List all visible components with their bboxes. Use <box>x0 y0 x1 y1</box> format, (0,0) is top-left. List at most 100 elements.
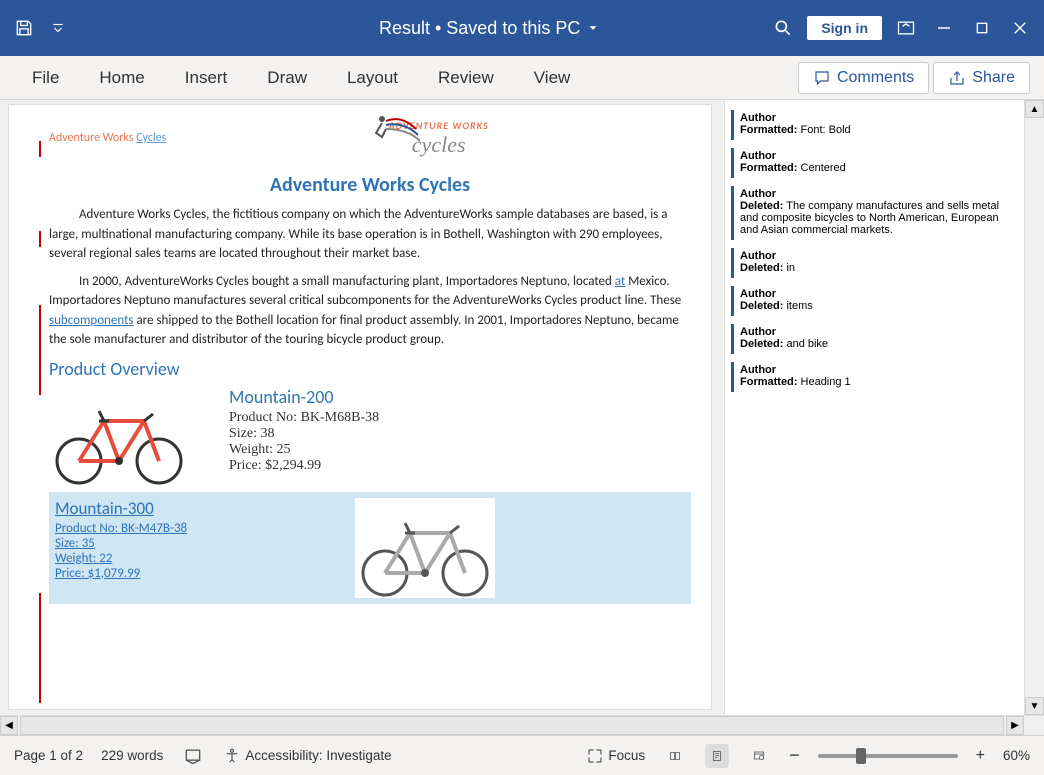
product-row: Mountain-200 Product No: BK-M68B-38 Size… <box>49 386 691 486</box>
accessibility-status[interactable]: Accessibility: Investigate <box>223 747 391 765</box>
zoom-level[interactable]: 60% <box>1003 748 1030 763</box>
chevron-down-icon[interactable] <box>586 21 600 35</box>
share-button[interactable]: Share <box>933 62 1030 94</box>
page-indicator[interactable]: Page 1 of 2 <box>14 748 83 763</box>
scroll-down-icon[interactable]: ▼ <box>1025 697 1044 715</box>
focus-icon <box>586 747 604 765</box>
revision-item[interactable]: Author Deleted: in <box>731 248 1014 278</box>
minimize-icon[interactable] <box>930 14 958 42</box>
tab-home[interactable]: Home <box>81 62 162 94</box>
customize-qat-icon[interactable] <box>44 14 72 42</box>
doc-title: Adventure Works Cycles <box>49 173 691 197</box>
breadcrumb-link[interactable]: Cycles <box>136 131 166 145</box>
logo: ADVENTURE WORKS cycles <box>186 113 691 163</box>
paragraph-1: Adventure Works Cycles, the fictitious c… <box>49 205 691 264</box>
product-image <box>355 498 495 598</box>
change-bar <box>39 305 41 395</box>
print-layout-icon[interactable] <box>705 744 729 768</box>
product-details: Mountain-300 Product No: BK-M47B-38 Size… <box>55 498 315 581</box>
signin-button[interactable]: Sign in <box>807 16 882 40</box>
tab-review[interactable]: Review <box>420 62 512 94</box>
workspace: Adventure Works Cycles ADVENTURE WORKS c… <box>0 100 1044 715</box>
zoom-thumb[interactable] <box>856 748 866 764</box>
product-weight[interactable]: Weight: 22 <box>55 551 315 566</box>
title-bar: Result • Saved to this PC Sign in <box>0 0 1044 56</box>
status-bar: Page 1 of 2 229 words Accessibility: Inv… <box>0 735 1044 775</box>
revision-item[interactable]: Author Formatted: Font: Bold <box>731 110 1014 140</box>
revision-author: Author <box>740 288 1008 300</box>
heading-product-overview: Product Overview <box>49 358 691 380</box>
comment-icon <box>813 69 831 87</box>
change-bar <box>39 231 41 247</box>
tab-file[interactable]: File <box>14 62 77 94</box>
revision-author: Author <box>740 188 1008 200</box>
revision-author: Author <box>740 364 1008 376</box>
comments-button[interactable]: Comments <box>798 62 929 94</box>
read-mode-icon[interactable] <box>663 744 687 768</box>
title-text: Result • Saved to this PC <box>379 18 580 39</box>
product-name: Mountain-200 <box>229 386 379 408</box>
zoom-slider[interactable] <box>818 754 958 758</box>
tab-view[interactable]: View <box>516 62 589 94</box>
word-count[interactable]: 229 words <box>101 748 163 763</box>
scroll-right-icon[interactable]: ▶ <box>1006 716 1024 735</box>
web-layout-icon[interactable] <box>747 744 771 768</box>
product-no[interactable]: Product No: BK-M47B-38 <box>55 521 315 536</box>
revision-item[interactable]: Author Deleted: The company manufactures… <box>731 186 1014 240</box>
product-size: Size: 38 <box>229 426 379 442</box>
search-icon[interactable] <box>769 14 797 42</box>
document-area: Adventure Works Cycles ADVENTURE WORKS c… <box>0 100 724 715</box>
share-label: Share <box>972 69 1015 87</box>
revision-item[interactable]: Author Formatted: Centered <box>731 148 1014 178</box>
revision-item[interactable]: Author Formatted: Heading 1 <box>731 362 1014 392</box>
product-weight: Weight: 25 <box>229 442 379 458</box>
comments-label: Comments <box>837 69 914 87</box>
zoom-out-button[interactable]: − <box>789 745 800 766</box>
revision-author: Author <box>740 250 1008 262</box>
product-name[interactable]: Mountain-300 <box>55 498 315 519</box>
share-icon <box>948 69 966 87</box>
link-subcomponents[interactable]: subcomponents <box>49 313 134 328</box>
change-bar <box>39 593 41 703</box>
link-at[interactable]: at <box>615 274 625 289</box>
product-price[interactable]: Price: $1,079.99 <box>55 566 315 581</box>
scroll-track[interactable] <box>20 716 1004 735</box>
accessibility-icon <box>223 747 241 765</box>
scroll-track[interactable] <box>1025 118 1044 697</box>
breadcrumb: Adventure Works Cycles <box>49 131 166 145</box>
logo-swoosh-icon <box>366 111 426 151</box>
product-size[interactable]: Size: 35 <box>55 536 315 551</box>
tab-insert[interactable]: Insert <box>167 62 246 94</box>
focus-mode-button[interactable]: Focus <box>586 747 645 765</box>
product-row-selected: Mountain-300 Product No: BK-M47B-38 Size… <box>49 492 691 604</box>
zoom-in-button[interactable]: + <box>976 747 985 765</box>
revision-author: Author <box>740 112 1008 124</box>
tab-draw[interactable]: Draw <box>249 62 325 94</box>
paragraph-2: In 2000, AdventureWorks Cycles bought a … <box>49 272 691 350</box>
quick-access-toolbar <box>10 14 210 42</box>
change-bar <box>39 141 41 157</box>
horizontal-scrollbar[interactable]: ◀ ▶ <box>0 715 1044 735</box>
breadcrumb-prefix: Adventure Works <box>49 131 136 145</box>
revision-item[interactable]: Author Deleted: items <box>731 286 1014 316</box>
revision-item[interactable]: Author Deleted: and bike <box>731 324 1014 354</box>
window-title: Result • Saved to this PC <box>210 18 769 39</box>
ribbon-display-icon[interactable] <box>892 14 920 42</box>
save-icon[interactable] <box>10 14 38 42</box>
revisions-pane[interactable]: Author Formatted: Font: Bold Author Form… <box>724 100 1024 715</box>
product-price: Price: $2,294.99 <box>229 458 379 474</box>
close-icon[interactable] <box>1006 14 1034 42</box>
revision-author: Author <box>740 150 1008 162</box>
ribbon: File Home Insert Draw Layout Review View… <box>0 56 1044 100</box>
maximize-icon[interactable] <box>968 14 996 42</box>
tab-layout[interactable]: Layout <box>329 62 416 94</box>
revision-author: Author <box>740 326 1008 338</box>
vertical-scrollbar[interactable]: ▲ ▼ <box>1024 100 1044 715</box>
document-page[interactable]: Adventure Works Cycles ADVENTURE WORKS c… <box>8 104 712 710</box>
titlebar-right: Sign in <box>769 14 1034 42</box>
scroll-left-icon[interactable]: ◀ <box>0 716 18 735</box>
product-no: Product No: BK-M68B-38 <box>229 410 379 426</box>
proofing-icon[interactable] <box>181 744 205 768</box>
product-details: Mountain-200 Product No: BK-M68B-38 Size… <box>229 386 379 474</box>
scroll-up-icon[interactable]: ▲ <box>1025 100 1044 118</box>
